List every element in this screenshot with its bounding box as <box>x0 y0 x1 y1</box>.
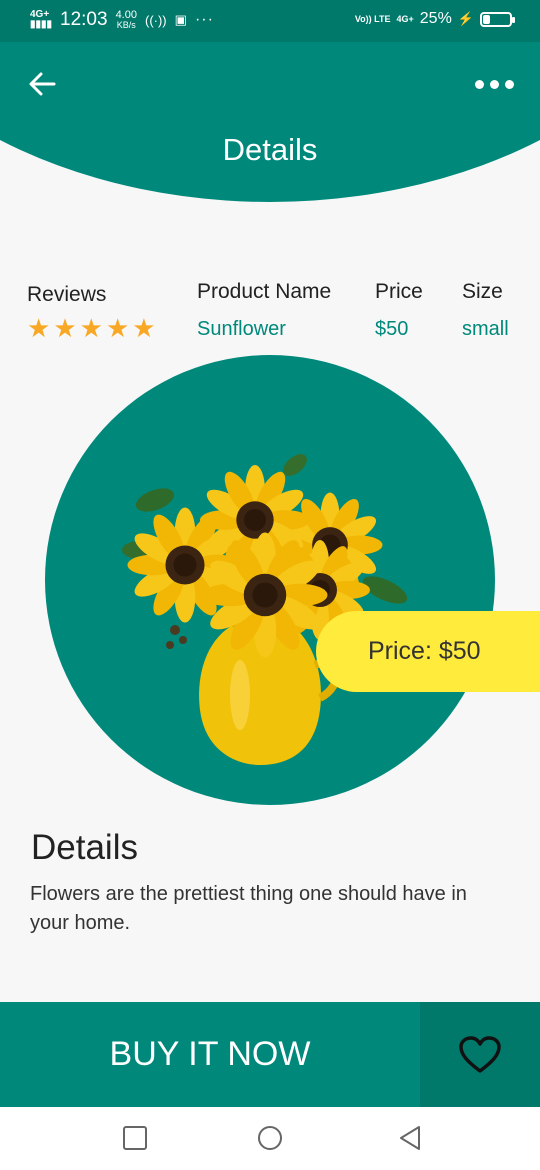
price-section: Price $50 <box>375 280 423 341</box>
reviews-label: Reviews <box>27 283 107 306</box>
product-name-section: Product Name Sunflower <box>197 280 331 341</box>
price-tag: Price: $50 <box>316 611 540 692</box>
size-section: Size small <box>462 280 509 341</box>
battery-percent: 25% <box>419 10 452 27</box>
dot-icon <box>505 79 514 89</box>
system-navigation-bar <box>0 1107 540 1170</box>
star-icon: ★ <box>132 313 156 343</box>
dot-icon <box>490 79 499 89</box>
details-description: Flowers are the prettiest thing one shou… <box>30 883 467 934</box>
header-background <box>0 42 540 202</box>
star-icon: ★ <box>53 313 77 343</box>
star-icon: ★ <box>79 313 103 343</box>
back-nav-icon[interactable] <box>397 1125 423 1151</box>
recent-apps-icon[interactable] <box>122 1125 148 1151</box>
volte-indicator: Vo)) LTE <box>354 13 391 24</box>
dot-icon <box>475 79 484 89</box>
more-notifications-icon: ··· <box>194 11 214 28</box>
signal-icon: 4G+ ▮▮▮▮ <box>30 9 53 30</box>
price-value: $50 <box>375 318 409 340</box>
product-name-value: Sunflower <box>197 318 286 340</box>
back-button[interactable] <box>24 66 60 102</box>
battery-icon <box>480 11 515 27</box>
reviews-section: Reviews ★ ★ ★ ★ ★ <box>27 283 156 341</box>
action-bar: BUY IT NOW <box>0 1002 540 1107</box>
star-icon: ★ <box>105 313 130 343</box>
network-type: 4G+ <box>396 13 414 24</box>
more-options-button[interactable] <box>474 72 514 96</box>
sunflower-vase-image <box>122 454 408 765</box>
details-heading: Details <box>31 828 138 867</box>
charging-icon: ⚡ <box>457 11 474 26</box>
status-bar: 4G+ ▮▮▮▮ 12:03 4.00 KB/s ((·)) ▣ ··· Vo))… <box>0 0 540 42</box>
star-icon: ★ <box>27 313 51 343</box>
buy-now-button[interactable]: BUY IT NOW <box>0 1002 420 1107</box>
page-title: Details <box>222 132 318 167</box>
heart-icon <box>459 1035 501 1073</box>
network-speed: 4.00 KB/s <box>115 9 137 31</box>
app-notification-icon: ▣ <box>174 12 187 27</box>
arrow-left-icon <box>29 72 56 96</box>
size-value: small <box>462 318 509 340</box>
favorite-button[interactable] <box>420 1002 540 1107</box>
size-label: Size <box>462 280 503 303</box>
price-label: Price <box>375 280 423 303</box>
clock: 12:03 <box>60 9 108 30</box>
hotspot-icon: ((·)) <box>144 12 167 28</box>
header: Details <box>0 42 540 202</box>
product-name-label: Product Name <box>197 280 332 303</box>
home-icon[interactable] <box>257 1125 283 1151</box>
star-rating: ★ ★ ★ ★ ★ <box>27 315 156 341</box>
